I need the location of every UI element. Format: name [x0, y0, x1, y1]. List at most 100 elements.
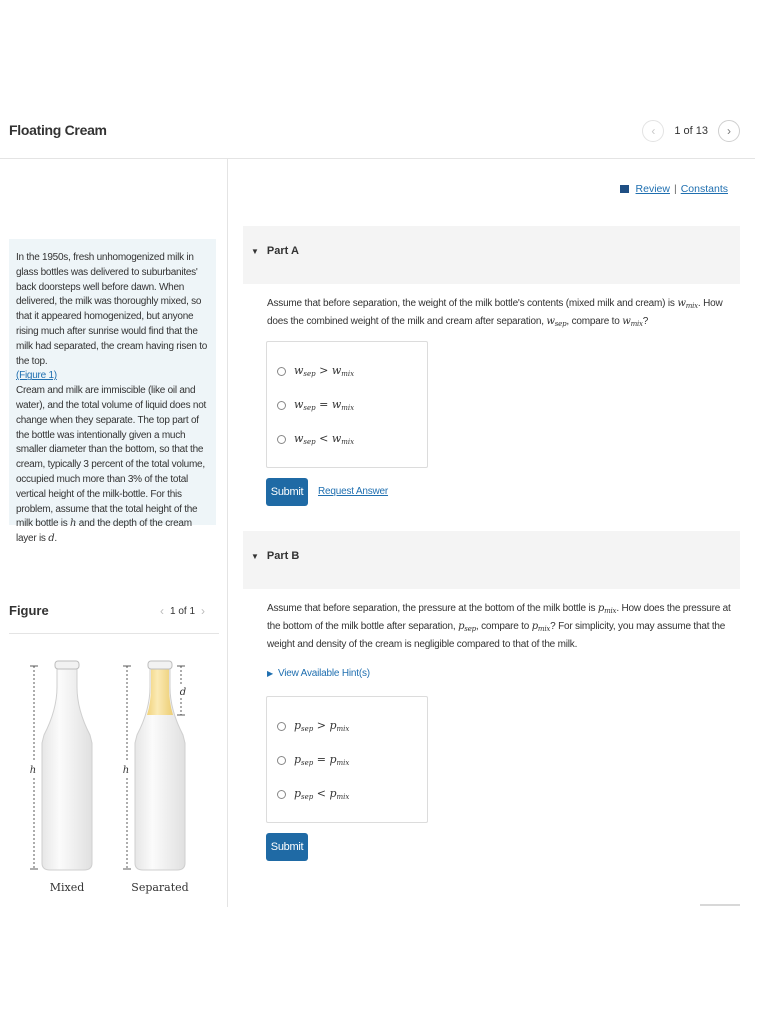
review-link[interactable]: Review [636, 183, 670, 195]
part-a-choice[interactable]: wsep < wmix [267, 422, 427, 456]
p-sep-symbol: psep [458, 621, 476, 633]
radio-button[interactable] [277, 721, 286, 731]
choice-operator: = [319, 398, 329, 411]
part-a-q-text-4: ? [642, 316, 649, 327]
choice-lhs-sub: sep [301, 793, 314, 801]
part-a-q-text-1: Assume that before separation, the weigh… [267, 298, 675, 309]
choice-rhs: p [329, 753, 337, 766]
separated-caption: Separated [131, 881, 188, 894]
review-constants-links: Review | Constants [619, 183, 728, 195]
next-item-button[interactable]: › [718, 120, 740, 142]
part-a-submit-button[interactable]: Submit [266, 478, 308, 506]
choice-lhs-sub: sep [303, 404, 316, 412]
choice-operator: < [319, 432, 329, 445]
mix-sub: mix [537, 625, 551, 633]
choice-rhs: w [331, 432, 342, 445]
part-b-q-text-3: , compare to [475, 621, 530, 632]
scroll-indicator[interactable] [700, 904, 740, 906]
choice-expression: psep < pmix [294, 787, 349, 801]
previous-item-button[interactable]: ‹ [642, 120, 665, 142]
mixed-caption: Mixed [50, 881, 85, 894]
figure-pager: ‹ 1 of 1 › [160, 604, 205, 618]
part-a-heading[interactable]: ▼ Part A [251, 245, 299, 257]
choice-rhs-sub: mix [341, 404, 355, 412]
choice-rhs-sub: mix [341, 438, 355, 446]
choice-lhs: w [294, 432, 304, 445]
radio-button[interactable] [277, 755, 286, 765]
choice-operator: > [319, 364, 329, 377]
choice-operator: > [316, 719, 326, 732]
request-answer-link[interactable]: Request Answer [318, 486, 388, 497]
figure-divider [9, 633, 219, 634]
choice-lhs: w [294, 364, 304, 377]
separated-bottle [134, 660, 186, 871]
chevron-right-icon: › [727, 124, 731, 138]
caret-right-icon: ▶ [267, 669, 273, 678]
part-b-choice[interactable]: psep < pmix [267, 777, 427, 811]
part-a-title: Part A [266, 245, 299, 257]
choice-rhs-sub: mix [341, 370, 355, 378]
figure-title: Figure [9, 603, 49, 618]
milk-bottle-figure: h h d Mixed Separated [27, 660, 189, 894]
book-icon [619, 185, 630, 193]
h-label-separated: h [123, 765, 129, 776]
hint-label: View Available Hint(s) [277, 668, 370, 679]
part-a-choice[interactable]: wsep = wmix [267, 388, 427, 422]
var-h: h [70, 518, 77, 530]
part-a-q-text-3: , compare to [566, 316, 620, 327]
figure-link[interactable]: (Figure 1) [16, 369, 211, 384]
intro-text-2: Cream and milk are immiscible (like oil … [16, 385, 207, 530]
part-b-header[interactable]: ▼ Part B [243, 531, 740, 589]
choice-lhs: w [294, 398, 304, 411]
header-divider [0, 158, 755, 159]
choice-rhs: p [329, 787, 337, 800]
part-a-choice[interactable]: wsep > wmix [267, 354, 427, 388]
mix-sub: mix [604, 607, 617, 615]
mix-sub: mix [630, 320, 643, 328]
sep-sub: sep [554, 320, 567, 328]
constants-link[interactable]: Constants [681, 183, 728, 195]
part-b-choices: psep > pmix psep = pmix psep < pmix [266, 696, 428, 823]
choice-operator: = [316, 753, 326, 766]
intro-text-4: . [54, 533, 57, 545]
choice-expression: wsep > wmix [294, 364, 354, 378]
part-b-submit-button[interactable]: Submit [266, 833, 308, 861]
choice-rhs: w [331, 398, 342, 411]
radio-button[interactable] [277, 400, 286, 410]
figure-prev-icon[interactable]: ‹ [160, 604, 164, 618]
part-a-question: Assume that before separation, the weigh… [267, 296, 742, 332]
part-b-question: Assume that before separation, the press… [267, 601, 742, 653]
radio-button[interactable] [277, 366, 286, 376]
page-title: Floating Cream [9, 122, 107, 138]
item-pager: ‹ 1 of 13 › [642, 120, 740, 142]
choice-expression: wsep < wmix [294, 432, 354, 446]
p-mix-symbol: pmix [532, 621, 551, 633]
part-a-header[interactable]: ▼ Part A [243, 226, 740, 284]
problem-intro: In the 1950s, fresh unhomogenized milk i… [9, 239, 216, 544]
radio-button[interactable] [277, 434, 286, 444]
choice-operator: < [316, 787, 326, 800]
choice-rhs-sub: mix [336, 759, 350, 767]
w-sep-symbol: wsep [546, 316, 567, 328]
part-b-choice[interactable]: psep > pmix [267, 709, 427, 743]
choice-lhs-sub: sep [303, 370, 316, 378]
choice-expression: wsep = wmix [294, 398, 354, 412]
chevron-left-icon: ‹ [651, 124, 656, 138]
part-b-heading[interactable]: ▼ Part B [251, 550, 299, 562]
choice-lhs-sub: sep [301, 759, 314, 767]
part-b-choice[interactable]: psep = pmix [267, 743, 427, 777]
figure-next-icon[interactable]: › [201, 604, 205, 618]
choice-rhs-sub: mix [336, 793, 350, 801]
choice-lhs: p [294, 787, 302, 800]
collapse-triangle-icon: ▼ [251, 246, 259, 256]
choice-lhs: p [294, 753, 302, 766]
choice-lhs-sub: sep [303, 438, 316, 446]
link-separator: | [673, 183, 677, 195]
mix-sub: mix [685, 302, 698, 310]
mixed-bottle [41, 660, 93, 871]
h-label-mixed: h [30, 765, 36, 776]
radio-button[interactable] [277, 789, 286, 799]
choice-expression: psep > pmix [294, 719, 349, 733]
w-var: w [622, 316, 631, 327]
view-hints-link[interactable]: ▶ View Available Hint(s) [267, 668, 370, 679]
